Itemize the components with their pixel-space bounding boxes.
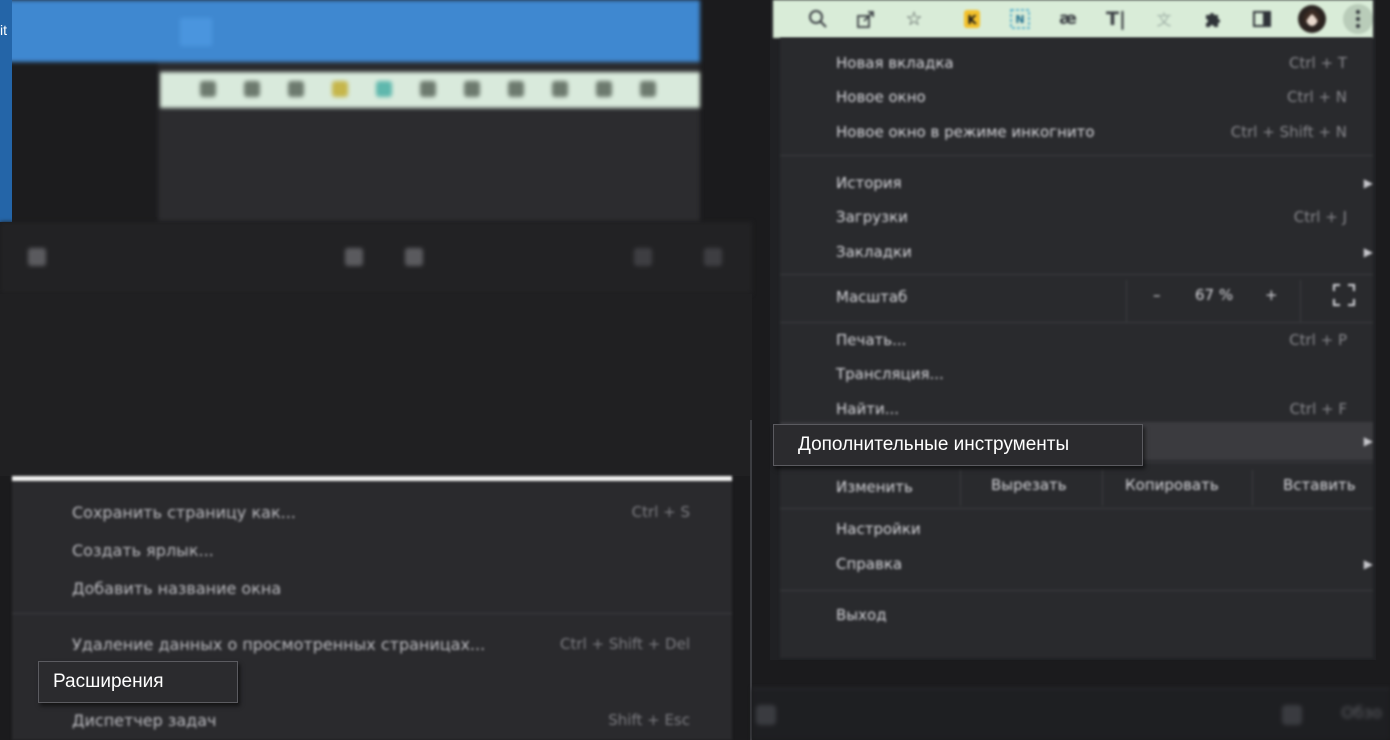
background-mini-menu — [160, 108, 700, 222]
shortcut-find: Ctrl + F — [1289, 400, 1347, 418]
background-content — [0, 294, 752, 476]
shortcut-save-page: Ctrl + S — [631, 503, 690, 521]
background-taskbar-text: Обзо — [1341, 703, 1382, 722]
kebab-menu-icon[interactable] — [1343, 4, 1373, 34]
menu-separator — [780, 274, 1373, 275]
svg-text:N: N — [1015, 13, 1024, 26]
search-icon[interactable] — [803, 4, 833, 34]
text-tool-icon[interactable]: T| — [1101, 4, 1131, 34]
chevron-right-icon: ▶ — [1363, 245, 1373, 259]
shortcut-print: Ctrl + P — [1289, 331, 1347, 349]
menu-item-find[interactable]: Найти... — [836, 400, 899, 418]
chevron-right-icon: ▶ — [1363, 176, 1373, 190]
chevron-right-icon: ▶ — [1363, 434, 1373, 448]
chevron-right-icon: ▶ — [1363, 557, 1373, 571]
extension-k-icon[interactable]: K — [957, 4, 987, 34]
menu-item-zoom: Масштаб — [836, 288, 908, 306]
avatar[interactable] — [1297, 4, 1327, 34]
shortcut-new-window: Ctrl + N — [1286, 88, 1347, 106]
menu-item-save-page[interactable]: Сохранить страницу как... — [72, 503, 296, 522]
more-tools-callout[interactable]: Дополнительные инструменты — [773, 424, 1143, 466]
paste-button[interactable]: Вставить — [1252, 470, 1373, 506]
menu-item-downloads[interactable]: Загрузки — [836, 208, 908, 226]
menu-item-print[interactable]: Печать... — [836, 331, 906, 349]
menu-item-clear-browsing-data[interactable]: Удаление данных о просмотренных страница… — [72, 635, 485, 654]
share-icon[interactable] — [851, 4, 881, 34]
zoom-out-button[interactable]: – — [1153, 286, 1161, 304]
background-window-top — [0, 0, 700, 222]
background-taskbar-icon — [756, 705, 776, 725]
chrome-toolbar: ☆ K N æ T| 文 — [773, 0, 1373, 38]
menu-item-task-manager[interactable]: Диспетчер задач — [72, 711, 217, 730]
menu-item-edit: Изменить — [836, 478, 913, 496]
zoom-control: – 67 % + — [1126, 280, 1300, 322]
puzzle-icon[interactable] — [1197, 4, 1227, 34]
extensions-callout[interactable]: Расширения — [38, 661, 238, 703]
menu-item-new-window[interactable]: Новое окно — [836, 88, 926, 106]
menu-item-name-window[interactable]: Добавить название окна — [72, 579, 281, 598]
menu-item-new-tab[interactable]: Новая вкладка — [836, 54, 954, 72]
fullscreen-icon — [1333, 284, 1355, 310]
paste-label: Вставить — [1283, 476, 1356, 494]
background-toolbar-icon — [405, 248, 423, 266]
background-taskbar-icon — [1282, 705, 1302, 725]
copy-button[interactable]: Копировать — [1102, 470, 1252, 506]
background-tab-strip — [0, 0, 700, 62]
background-toolbar-icon — [634, 248, 652, 266]
background-edge-text: it — [0, 22, 7, 38]
shortcut-clear-browsing-data: Ctrl + Shift + Del — [560, 635, 690, 653]
background-tab — [20, 18, 52, 46]
background-toolbar-icon — [345, 248, 363, 266]
cut-button[interactable]: Вырезать — [960, 470, 1102, 506]
menu-item-help[interactable]: Справка — [836, 555, 902, 573]
copy-label: Копировать — [1125, 476, 1219, 494]
background-taskbar: Обзо — [752, 688, 1390, 740]
menu-separator — [780, 590, 1373, 591]
background-toolbar-icon — [28, 248, 46, 266]
menu-item-cast[interactable]: Трансляция... — [836, 365, 944, 383]
background-mini-toolbar — [160, 72, 700, 108]
menu-item-history[interactable]: История — [836, 174, 902, 192]
background-tab-active — [180, 18, 212, 46]
cut-label: Вырезать — [991, 476, 1067, 494]
menu-item-incognito[interactable]: Новое окно в режиме инкогнито — [836, 123, 1095, 141]
menu-separator — [780, 155, 1373, 156]
zoom-in-button[interactable]: + — [1265, 286, 1278, 304]
sidebar-icon[interactable] — [1247, 4, 1277, 34]
shortcut-downloads: Ctrl + J — [1293, 208, 1347, 226]
shortcut-new-tab: Ctrl + T — [1289, 54, 1347, 72]
shortcut-incognito: Ctrl + Shift + N — [1230, 123, 1347, 141]
extension-ae-icon[interactable]: æ — [1053, 4, 1083, 34]
background-sidebar — [0, 62, 158, 222]
star-icon[interactable]: ☆ — [899, 4, 929, 34]
menu-item-settings[interactable]: Настройки — [836, 520, 921, 538]
menu-item-bookmarks[interactable]: Закладки — [836, 243, 912, 261]
background-toolbar-icon — [704, 248, 722, 266]
menu-item-create-shortcut[interactable]: Создать ярлык... — [72, 541, 214, 560]
translate-icon[interactable]: 文 — [1149, 4, 1179, 34]
svg-text:K: K — [967, 13, 977, 27]
fullscreen-button[interactable] — [1300, 280, 1373, 322]
zoom-level: 67 % — [1195, 286, 1234, 304]
shortcut-task-manager: Shift + Esc — [608, 711, 690, 729]
menu-separator — [780, 322, 1373, 323]
extension-n-icon[interactable]: N — [1005, 4, 1035, 34]
background-toolbar — [0, 222, 752, 294]
menu-item-exit[interactable]: Выход — [836, 606, 887, 624]
menu-separator — [12, 613, 732, 614]
menu-separator — [780, 508, 1373, 509]
chrome-main-menu: Новая вкладка Ctrl + T Новое окно Ctrl +… — [780, 38, 1373, 658]
